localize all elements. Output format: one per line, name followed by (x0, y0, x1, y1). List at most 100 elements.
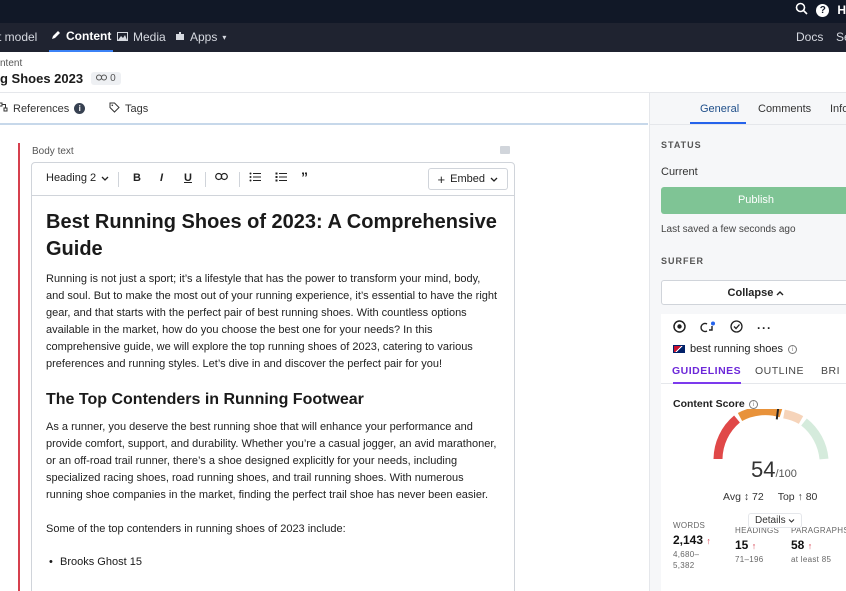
surfer-toolbar: ··· (673, 320, 772, 336)
surfer-tabs: GUIDELINES OUTLINE BRI (661, 362, 846, 384)
embed-label: Embed (450, 173, 485, 185)
paragraph: Running is not just a sport; it’s a life… (46, 273, 498, 370)
tab-general[interactable]: General (700, 103, 739, 115)
details-button[interactable]: Details (748, 513, 803, 528)
tab-outline[interactable]: OUTLINE (755, 365, 804, 377)
info-icon[interactable]: i (748, 399, 758, 409)
tab-comments[interactable]: Comments (758, 103, 811, 115)
page-title-text: g Shoes 2023 (0, 71, 84, 86)
image-icon (117, 23, 128, 52)
quote-button[interactable]: ” (301, 169, 308, 185)
tab-label: References (13, 102, 70, 115)
surfer-logo-icon[interactable] (673, 320, 686, 336)
search-icon[interactable] (795, 2, 808, 18)
toolbar-divider (239, 172, 240, 187)
publish-button[interactable]: Publish (661, 187, 846, 214)
main-nav: t model Content Media Apps ▾ Docs Se (0, 23, 846, 52)
editor-toolbar: Heading 2 B I U ” + Embed (32, 163, 514, 196)
tab-guidelines[interactable]: GUIDELINES (672, 365, 741, 377)
page-title: g Shoes 2023 0 (0, 71, 121, 86)
top-icon: ↑ (797, 491, 803, 503)
details-label: Details (755, 515, 786, 526)
heading-2: The Top Contenders in Running Footwear (46, 391, 364, 408)
gauge-segment-low (713, 415, 741, 460)
pen-icon (51, 22, 61, 51)
stat-value-row: 15 ↑ (735, 538, 779, 552)
italic-button[interactable]: I (160, 172, 163, 184)
right-sidebar: General Comments Info STATUS Current Pub… (649, 93, 846, 591)
tab-references[interactable]: References i (0, 102, 86, 115)
heading-select-label: Heading 2 (46, 172, 97, 184)
link-icon[interactable] (215, 172, 228, 184)
top-right-actions: ? H (795, 2, 846, 18)
link-icon (96, 73, 108, 84)
rich-text-editor[interactable]: Heading 2 B I U ” + Embed Best Running S… (31, 162, 515, 591)
chevron-up-icon (776, 287, 784, 299)
arrow-up-icon: ↑ (807, 541, 813, 551)
avg-score: Avg ↕ 72 (723, 491, 764, 503)
bullet-list-icon[interactable] (249, 172, 261, 185)
bold-button[interactable]: B (133, 172, 141, 184)
nav-item-media[interactable]: Media (117, 23, 166, 52)
stat-range: 4,680– 5,382 (673, 550, 700, 570)
editor-content[interactable]: Best Running Shoes of 2023: A Comprehens… (46, 209, 501, 571)
list-item: Brooks Ghost 15 (46, 554, 501, 571)
nav-item-apps[interactable]: Apps ▾ (175, 23, 226, 52)
stat-range: 71–196 (735, 555, 764, 564)
help-text: H (837, 3, 846, 17)
tag-icon (109, 102, 120, 116)
gauge-segment-top (801, 418, 829, 460)
keyword-row: best running shoes i (673, 343, 797, 355)
chevron-down-icon (788, 515, 795, 526)
stat-value: 2,143 (673, 533, 704, 547)
stat-value: 58 (791, 538, 805, 552)
comment-icon[interactable] (500, 146, 510, 154)
arrow-up-icon: ↑ (706, 536, 711, 546)
more-icon[interactable]: ··· (757, 321, 772, 335)
field-validation-rule (18, 143, 20, 591)
collapse-label: Collapse (727, 287, 774, 299)
numbered-list-icon[interactable] (275, 172, 287, 185)
avg-label: Avg (723, 491, 741, 503)
gauge-segment-good (783, 409, 804, 425)
status-value: Current (661, 166, 698, 178)
sync-icon[interactable] (700, 321, 716, 336)
collapse-button[interactable]: Collapse (661, 280, 846, 305)
info-icon[interactable]: i (787, 344, 797, 354)
top-bar: ? H (0, 0, 846, 23)
plus-icon: + (437, 171, 446, 187)
settings-link[interactable]: Se (836, 23, 846, 52)
nav-item-content-model[interactable]: t model (0, 23, 37, 52)
toolbar-divider (205, 172, 206, 187)
last-saved-text: Last saved a few seconds ago (661, 224, 796, 235)
link-count-badge[interactable]: 0 (91, 72, 121, 85)
breadcrumb[interactable]: ntent (0, 58, 22, 69)
score-max: /100 (775, 468, 797, 480)
heading-select[interactable]: Heading 2 (46, 172, 109, 184)
docs-link[interactable]: Docs (796, 23, 823, 52)
score-value: 54 (751, 457, 776, 482)
stat-paragraphs: PARAGRAPHS 58 ↑ at least 85 (791, 526, 846, 565)
check-circle-icon[interactable] (730, 320, 743, 336)
tab-tags[interactable]: Tags (109, 102, 148, 116)
nav-item-content[interactable]: Content (49, 22, 114, 52)
sidebar-tabs: General Comments Info (650, 93, 846, 125)
status-section-title: STATUS (661, 140, 702, 150)
stat-value-row: 58 ↑ (791, 538, 846, 552)
avg-value: 72 (752, 491, 764, 503)
tab-info[interactable]: Info (830, 103, 846, 115)
tab-brief[interactable]: BRI (821, 365, 840, 377)
gauge-segment-mid (737, 409, 783, 422)
active-tab-indicator (673, 382, 741, 384)
avg-icon: ↕ (743, 491, 750, 503)
embed-button[interactable]: + Embed (427, 168, 508, 190)
help-icon[interactable]: ? (816, 3, 830, 17)
toolbar-divider (118, 172, 119, 187)
body-text-label: Body text (32, 146, 74, 157)
top-score: Top ↑ 80 (778, 491, 818, 503)
surfer-section-title: SURFER (661, 256, 705, 266)
keyword: best running shoes (690, 343, 783, 355)
chevron-down-icon (490, 173, 498, 185)
info-icon[interactable]: i (74, 103, 86, 114)
underline-button[interactable]: U (184, 172, 192, 184)
